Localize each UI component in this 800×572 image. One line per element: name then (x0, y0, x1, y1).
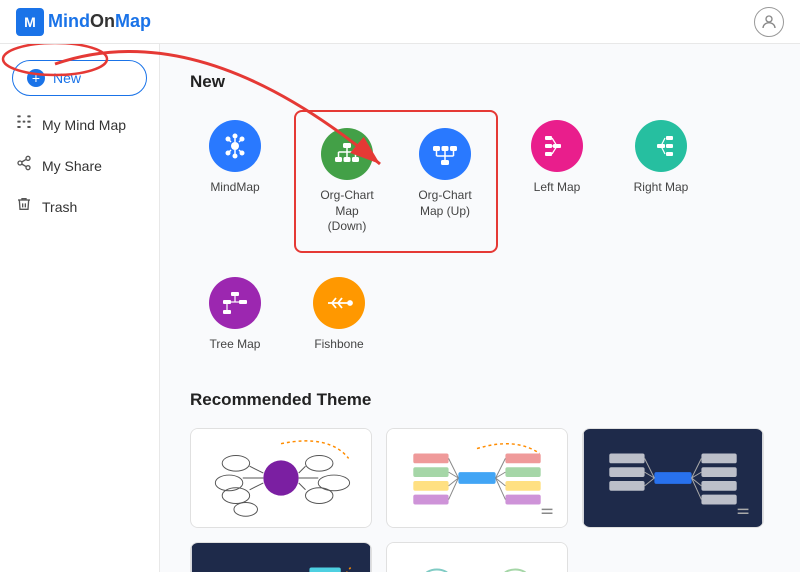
sidebar-item-my-share[interactable]: My Share (0, 145, 159, 186)
trash-icon (16, 196, 32, 217)
plus-icon: + (27, 69, 45, 87)
right-map-circle-icon (635, 120, 687, 172)
theme-card-3[interactable] (582, 428, 764, 528)
sidebar-item-trash[interactable]: Trash (0, 186, 159, 227)
map-item-mindmap[interactable]: MindMap (190, 110, 280, 253)
header: M MindOnMap (0, 0, 800, 44)
logo: M MindOnMap (16, 8, 151, 36)
map-item-tree-map[interactable]: Tree Map (190, 267, 280, 363)
theme-card-5[interactable] (386, 542, 568, 572)
main-content: New (160, 44, 800, 572)
theme-card-4[interactable] (190, 542, 372, 572)
theme-card-1[interactable] (190, 428, 372, 528)
sidebar-item-my-mind-map[interactable]: My Mind Map (0, 104, 159, 145)
fishbone-label: Fishbone (314, 337, 363, 353)
logo-icon: M (16, 8, 44, 36)
theme-grid (190, 428, 770, 572)
map-item-left-map[interactable]: Left Map (512, 110, 602, 253)
logo-text: MindOnMap (48, 11, 151, 32)
theme-section-title: Recommended Theme (190, 390, 770, 410)
map-item-fishbone[interactable]: Fishbone (294, 267, 384, 363)
new-button[interactable]: + New (12, 60, 147, 96)
sidebar-item-label: My Mind Map (42, 117, 126, 133)
sidebar-item-label: Trash (42, 199, 77, 215)
tree-map-circle-icon (209, 277, 261, 329)
new-section-title: New (190, 72, 770, 92)
mindmap-label: MindMap (210, 180, 259, 196)
tree-map-label: Tree Map (210, 337, 261, 353)
org-down-label: Org-Chart Map(Down) (312, 188, 382, 235)
map-type-grid-row2: Tree Map Fishbone (190, 267, 770, 363)
sidebar-item-label: My Share (42, 158, 102, 174)
user-avatar-icon[interactable] (754, 7, 784, 37)
mindmap-icon (16, 114, 32, 135)
map-item-right-map[interactable]: Right Map (616, 110, 706, 253)
new-label: New (53, 70, 81, 86)
map-item-org-up[interactable]: Org-Chart Map (Up) (400, 118, 490, 245)
sidebar: + New My Mind Map My Share Trash (0, 44, 160, 572)
highlight-group: Org-Chart Map(Down) (294, 110, 498, 253)
fishbone-circle-icon (313, 277, 365, 329)
mindmap-circle-icon (209, 120, 261, 172)
theme-card-2[interactable] (386, 428, 568, 528)
left-map-label: Left Map (534, 180, 581, 196)
org-up-circle-icon (419, 128, 471, 180)
left-map-circle-icon (531, 120, 583, 172)
map-item-org-down[interactable]: Org-Chart Map(Down) (302, 118, 392, 245)
map-type-grid: MindMap (190, 110, 770, 253)
org-up-label: Org-Chart Map (Up) (410, 188, 480, 219)
right-map-label: Right Map (634, 180, 689, 196)
share-icon (16, 155, 32, 176)
org-down-circle-icon (321, 128, 373, 180)
